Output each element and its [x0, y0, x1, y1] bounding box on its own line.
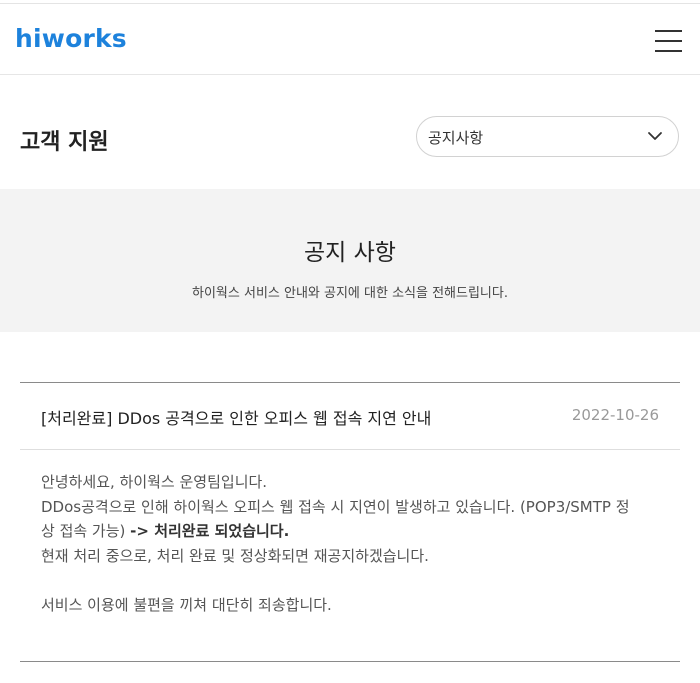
notice-item-header[interactable]: [처리완료] DDos 공격으로 인한 오피스 웹 접속 지연 안내 2022-… [20, 383, 680, 450]
notice-body-text: 상 접속 가능) [41, 522, 131, 540]
banner-title: 공지 사항 [304, 240, 396, 266]
notice-bottom-divider [20, 661, 680, 662]
category-select[interactable]: 공지사항 [416, 116, 679, 157]
menu-bar [655, 50, 682, 52]
notice-body-line: 상 접속 가능) -> 처리완료 되었습니다. [41, 519, 663, 544]
notice-body-spacer [41, 568, 663, 593]
hamburger-menu-icon[interactable] [648, 28, 682, 54]
header: hiworks [0, 4, 700, 75]
menu-bar [655, 30, 682, 32]
notice-banner: 공지 사항 하이웍스 서비스 안내와 공지에 대한 소식을 전해드립니다. [0, 189, 700, 332]
hiworks-logo[interactable]: hiworks [15, 24, 127, 53]
notice-body-line: 현재 처리 중으로, 처리 완료 및 정상화되면 재공지하겠습니다. [41, 546, 429, 565]
notice-title[interactable]: [처리완료] DDos 공격으로 인한 오피스 웹 접속 지연 안내 [41, 405, 431, 429]
banner-subtitle: 하이웍스 서비스 안내와 공지에 대한 소식을 전해드립니다. [192, 286, 508, 301]
notice-status-bold: -> 처리완료 되었습니다. [130, 522, 290, 540]
support-page: hiworks 고객 지원 공지사항 공지 사항 하이웍스 서비스 안내와 공지… [0, 0, 700, 683]
category-select-value: 공지사항 [428, 129, 484, 147]
menu-bar [655, 40, 682, 42]
notice-date: 2022-10-26 [571, 406, 659, 424]
notice-body: 안녕하세요, 하이웍스 운영팀입니다. DDos공격으로 인해 하이웍스 오피스… [41, 470, 663, 617]
chevron-down-icon [648, 132, 662, 140]
notice-body-line: DDos공격으로 인해 하이웍스 오피스 웹 접속 시 지연이 발생하고 있습니… [41, 497, 630, 516]
notice-body-line: 서비스 이용에 불편을 끼쳐 대단히 죄송합니다. [41, 595, 332, 614]
page-title: 고객 지원 [20, 130, 109, 155]
notice-body-line: 안녕하세요, 하이웍스 운영팀입니다. [41, 473, 268, 491]
